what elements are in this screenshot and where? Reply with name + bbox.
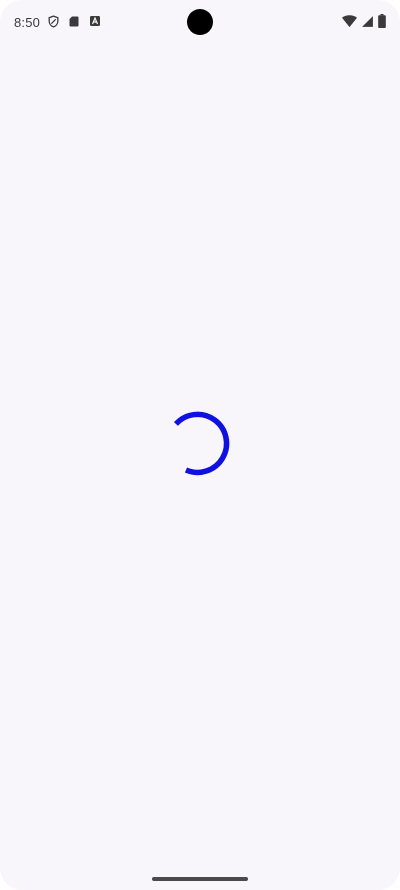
status-time: 8:50 bbox=[14, 15, 41, 30]
battery-icon bbox=[378, 14, 386, 28]
home-indicator[interactable] bbox=[152, 877, 248, 881]
sd-card-icon bbox=[67, 14, 81, 28]
phone-screen: 8:50 bbox=[0, 0, 400, 890]
loading-spinner bbox=[173, 411, 230, 476]
shield-icon bbox=[46, 14, 60, 28]
status-left-icons bbox=[46, 14, 102, 28]
cell-signal-icon bbox=[361, 15, 374, 28]
loading-content-area bbox=[0, 44, 400, 864]
status-bar: 8:50 bbox=[0, 0, 400, 44]
camera-cutout bbox=[187, 9, 213, 35]
status-right-icons bbox=[342, 14, 386, 28]
notification-a-icon bbox=[88, 14, 102, 28]
wifi-icon bbox=[342, 14, 357, 28]
